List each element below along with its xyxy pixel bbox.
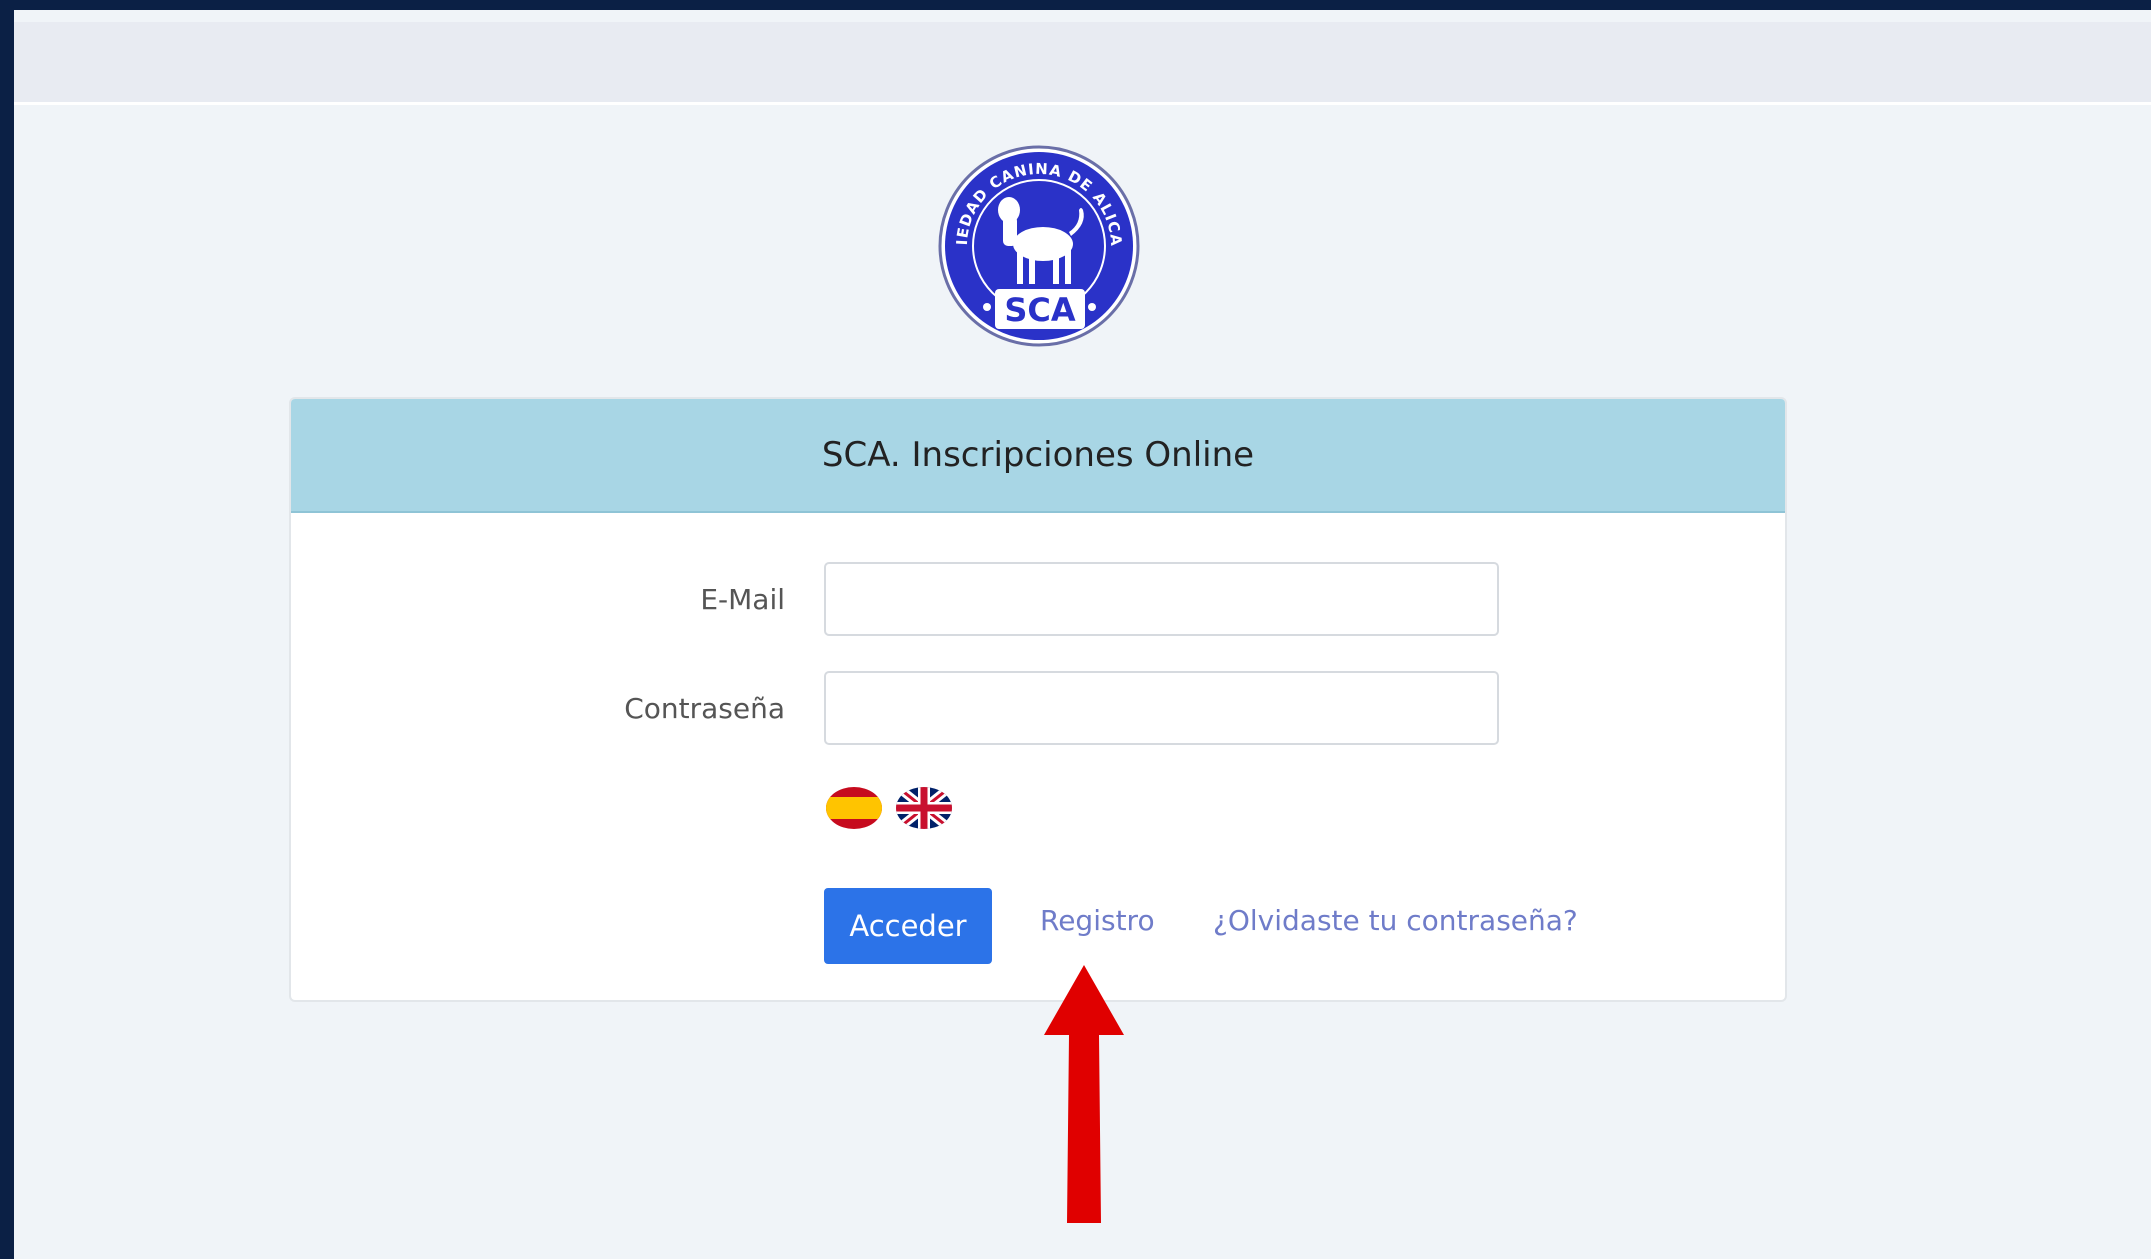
email-field[interactable] xyxy=(824,562,1499,636)
card-header: SCA. Inscripciones Online xyxy=(291,399,1785,513)
language-selector xyxy=(825,785,953,835)
register-link[interactable]: Registro xyxy=(1040,904,1155,937)
login-card: SCA. Inscripciones Online E-Mail Contras… xyxy=(289,397,1787,1002)
top-bar xyxy=(14,22,2151,105)
password-label: Contraseña xyxy=(624,692,785,725)
password-field[interactable] xyxy=(824,671,1499,745)
spain-flag-icon[interactable] xyxy=(825,785,883,835)
logo-sca-text: SCA xyxy=(1004,291,1076,329)
forgot-password-link[interactable]: ¿Olvidaste tu contraseña? xyxy=(1213,904,1578,937)
up-arrow-icon xyxy=(1039,965,1129,1229)
uk-flag-icon[interactable] xyxy=(895,785,953,835)
login-button[interactable]: Acceder xyxy=(824,888,992,964)
card-title: SCA. Inscripciones Online xyxy=(821,435,1255,475)
email-label: E-Mail xyxy=(700,583,785,616)
page: SOCIEDAD CANINA DE ALICANTE SCA SCA. Ins… xyxy=(14,10,2151,1259)
sca-logo: SOCIEDAD CANINA DE ALICANTE SCA xyxy=(937,144,1142,349)
